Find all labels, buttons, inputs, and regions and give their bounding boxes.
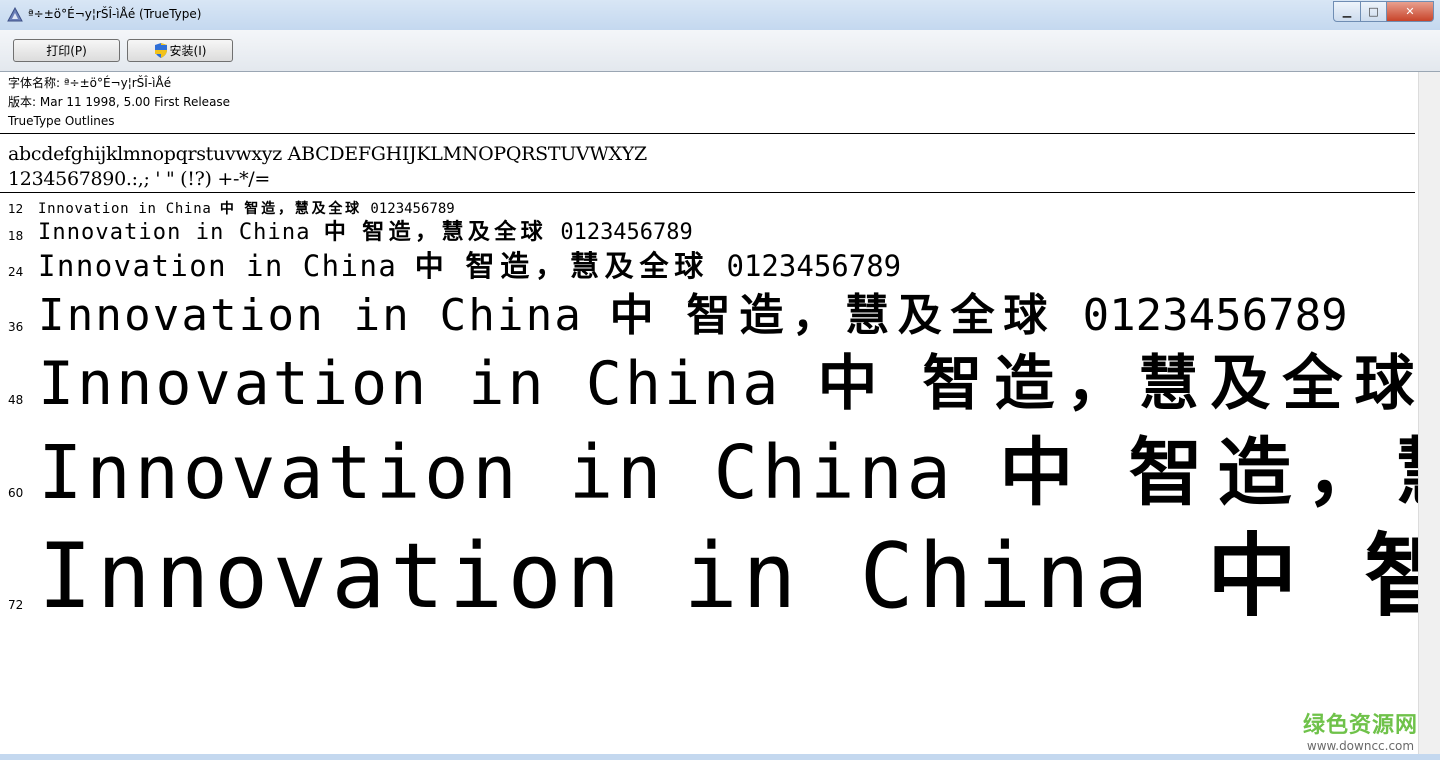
sample-line-36: Innovation in China 中 智造，慧及全球 0123456789 bbox=[38, 294, 1348, 338]
maximize-button[interactable]: □ bbox=[1361, 1, 1387, 22]
sample-latin: Innovation in China bbox=[38, 290, 584, 341]
sample-line-24: Innovation in China 中 智造，慧及全球 0123456789 bbox=[38, 252, 901, 281]
size-label-60: 60 bbox=[8, 486, 24, 500]
watermark: 绿色资源网 www.downcc.com bbox=[1303, 707, 1418, 753]
sample-cjk: 中 智造，慧及全球 bbox=[414, 249, 710, 283]
sample-latin: Innovation in China bbox=[38, 220, 311, 245]
size-label-36: 36 bbox=[8, 320, 24, 334]
title-bar[interactable]: ª÷±ö°É¬y¦rŠÎ-ìÅé (TrueType) ▁ □ ✕ bbox=[0, 0, 1440, 31]
sample-line-48: Innovation in China 中 智造，慧及全球 0123 bbox=[38, 354, 1418, 414]
watermark-logo-text: 绿色资源网 bbox=[1303, 713, 1418, 738]
close-button[interactable]: ✕ bbox=[1387, 1, 1434, 22]
font-viewer-icon bbox=[7, 7, 23, 22]
install-button[interactable]: 安装(I) bbox=[127, 39, 233, 62]
sample-digits: 0123456789 bbox=[370, 201, 455, 217]
sample-cjk: 中 智造，慧及全球 bbox=[323, 220, 548, 245]
charset-symbols: 1234567890.:,; ' " (!?) +-*/= bbox=[8, 168, 270, 190]
print-button-label: 打印(P) bbox=[46, 44, 87, 58]
sample-line-72: Innovation in China 中 智造 bbox=[38, 532, 1418, 622]
divider bbox=[0, 192, 1415, 193]
sample-cjk: 中 智造，慧及全球 bbox=[609, 290, 1057, 341]
size-label-24: 24 bbox=[8, 265, 24, 279]
sample-latin: Innovation in China bbox=[38, 201, 212, 217]
size-label-72: 72 bbox=[8, 598, 24, 612]
sample-line-12: Innovation in China 中 智造，慧及全球 0123456789 bbox=[38, 202, 455, 216]
window-bottom-frame bbox=[0, 754, 1440, 760]
font-preview-area[interactable]: 字体名称: ª÷±ö°É¬y¦rŠÎ-ìÅé 版本: Mar 11 1998, … bbox=[0, 72, 1418, 754]
sample-cjk: 中 智造 bbox=[1207, 524, 1418, 629]
sample-latin: Innovation in China bbox=[38, 430, 955, 516]
charset-letters: abcdefghijklmnopqrstuvwxyz ABCDEFGHIJKLM… bbox=[8, 143, 647, 165]
sample-cjk: 中 智造，慧及 bbox=[999, 430, 1418, 516]
font-outline-text: TrueType Outlines bbox=[8, 114, 115, 128]
size-label-12: 12 bbox=[8, 202, 24, 216]
sample-cjk: 中 智造，慧及全球 bbox=[219, 201, 362, 217]
window-title: ª÷±ö°É¬y¦rŠÎ-ìÅé (TrueType) bbox=[28, 7, 202, 21]
sample-line-18: Innovation in China 中 智造，慧及全球 0123456789 bbox=[38, 222, 693, 244]
sample-digits: 0123456789 bbox=[726, 249, 902, 283]
toolbar: 打印(P) 安装(I) bbox=[0, 30, 1440, 72]
sample-digits: 0123456789 bbox=[1082, 290, 1348, 341]
uac-shield-icon bbox=[154, 43, 167, 58]
size-label-18: 18 bbox=[8, 229, 24, 243]
install-button-label: 安装(I) bbox=[169, 44, 207, 58]
sample-latin: Innovation in China bbox=[38, 524, 1154, 629]
divider bbox=[0, 133, 1415, 134]
vertical-scrollbar[interactable] bbox=[1418, 72, 1440, 754]
print-button[interactable]: 打印(P) bbox=[13, 39, 120, 62]
sample-latin: Innovation in China bbox=[38, 349, 782, 419]
minimize-button[interactable]: ▁ bbox=[1333, 1, 1361, 22]
watermark-url: www.downcc.com bbox=[1306, 739, 1415, 753]
sample-line-60: Innovation in China 中 智造，慧及 bbox=[38, 436, 1418, 510]
window-controls: ▁ □ ✕ bbox=[1333, 1, 1434, 22]
font-name-text: 字体名称: ª÷±ö°É¬y¦rŠÎ-ìÅé bbox=[8, 76, 172, 90]
sample-cjk: 中 智造，慧及全球 bbox=[817, 349, 1418, 419]
sample-latin: Innovation in China bbox=[38, 249, 398, 283]
size-label-48: 48 bbox=[8, 393, 24, 407]
sample-digits: 0123456789 bbox=[560, 220, 693, 245]
font-version-text: 版本: Mar 11 1998, 5.00 First Release bbox=[8, 95, 231, 109]
